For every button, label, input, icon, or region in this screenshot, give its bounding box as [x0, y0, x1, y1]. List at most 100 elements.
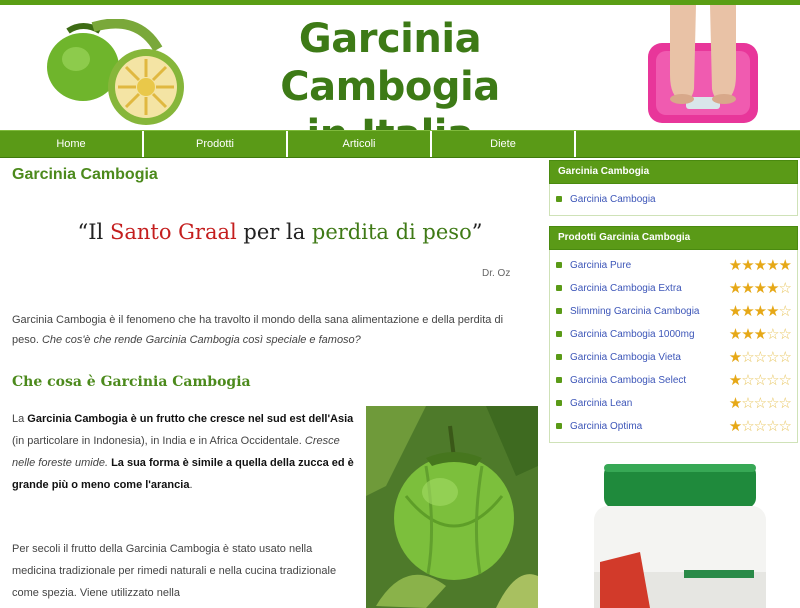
sidebar: Garcinia Cambogia Garcinia Cambogia Prod… [549, 160, 798, 443]
section-heading: Che cosa è Garcinia Cambogia [12, 374, 251, 390]
bullet-icon [556, 285, 562, 291]
product-link-garcinia-cambogia-extra[interactable]: Garcinia Cambogia Extra ★★★★☆ [550, 277, 797, 300]
product-link-slimming-garcinia-cambogia[interactable]: Slimming Garcinia Cambogia ★★★★☆ [550, 300, 797, 323]
quote-close: ” [471, 220, 483, 244]
star-icon: ☆ [766, 395, 779, 412]
product-link-garcinia-cambogia-vieta[interactable]: Garcinia Cambogia Vieta ★☆☆☆☆ [550, 346, 797, 369]
quote-open: “Il [77, 220, 110, 244]
star-icon: ☆ [778, 372, 792, 389]
sidebar-box1: Garcinia Cambogia [549, 184, 798, 216]
star-icon: ★ [728, 395, 742, 412]
main-content: Garcinia Cambogia “Il Santo Graal per la… [10, 160, 538, 608]
product-link-garcinia-cambogia-select[interactable]: Garcinia Cambogia Select ★☆☆☆☆ [550, 369, 797, 392]
paragraph-2: Per secoli il frutto della Garcinia Camb… [12, 543, 337, 599]
star-icon: ★ [766, 257, 779, 274]
star-icon: ★ [741, 326, 754, 343]
paragraph-1: La Garcinia Cambogia è un frutto che cre… [12, 408, 356, 496]
product-name: Garcinia Cambogia Vieta [570, 352, 681, 363]
intro-paragraph: Garcinia Cambogia è il fenomeno che ha t… [12, 310, 512, 350]
star-rating: ★★★★☆ [728, 277, 792, 300]
nav-item-articoli[interactable]: Articoli [288, 131, 432, 157]
product-name: Slimming Garcinia Cambogia [570, 306, 700, 317]
star-icon: ★ [728, 303, 742, 320]
quote: “Il Santo Graal per la perdita di peso” [10, 220, 538, 244]
star-icon: ★ [753, 326, 767, 343]
sidebar-link-garcinia-cambogia[interactable]: Garcinia Cambogia [550, 188, 797, 211]
star-icon: ★ [753, 257, 767, 274]
bullet-icon [556, 377, 562, 383]
bullet-icon [556, 354, 562, 360]
star-icon: ☆ [766, 418, 779, 435]
quote-mid: per la [236, 220, 312, 244]
star-icon: ☆ [753, 349, 767, 366]
bullet-icon [556, 308, 562, 314]
star-icon: ☆ [778, 303, 792, 320]
p1-bold-1: Garcinia Cambogia è un frutto che cresce… [27, 413, 354, 425]
product-link-garcinia-pure[interactable]: Garcinia Pure ★★★★★ [550, 254, 797, 277]
nav-item-diete[interactable]: Diete [432, 131, 576, 157]
star-icon: ☆ [741, 372, 754, 389]
sidebar-box1-title: Garcinia Cambogia [549, 160, 798, 184]
bullet-icon [556, 331, 562, 337]
star-icon: ☆ [741, 349, 754, 366]
intro-italic: Che cos'è che rende Garcinia Cambogia co… [41, 334, 361, 346]
bullet-icon [556, 400, 562, 406]
star-icon: ★ [766, 303, 779, 320]
star-icon: ☆ [741, 395, 754, 412]
sidebar-box2-title: Prodotti Garcinia Cambogia [549, 226, 798, 250]
star-icon: ☆ [753, 395, 767, 412]
product-name: Garcinia Cambogia Extra [570, 283, 682, 294]
star-rating: ★★★★☆ [728, 300, 792, 323]
product-name: Garcinia Cambogia Select [570, 375, 687, 386]
star-icon: ☆ [778, 349, 792, 366]
star-icon: ★ [728, 280, 742, 297]
p1-c: (in particolare in Indonesia), in India … [12, 435, 305, 447]
star-icon: ★ [766, 280, 779, 297]
star-icon: ★ [728, 418, 742, 435]
star-rating: ★☆☆☆☆ [728, 369, 792, 392]
quote-highlight-green: perdita di peso [311, 220, 472, 244]
star-icon: ★ [741, 303, 754, 320]
product-name: Garcinia Optima [570, 421, 643, 432]
main-navigation: Home Prodotti Articoli Diete [0, 130, 800, 158]
page-title: Garcinia Cambogia [12, 166, 158, 183]
scale-image [648, 5, 758, 123]
garcinia-fruit-image [47, 19, 184, 125]
nav-item-home[interactable]: Home [0, 131, 144, 157]
product-link-garcinia-optima[interactable]: Garcinia Optima ★☆☆☆☆ [550, 415, 797, 438]
garcinia-photo [366, 406, 538, 608]
sidebar-box2: Garcinia Pure ★★★★★ Garcinia Cambogia Ex… [549, 250, 798, 443]
star-icon: ☆ [778, 395, 792, 412]
star-icon: ★ [728, 372, 742, 389]
product-name: Garcinia Pure [570, 260, 632, 271]
star-icon: ★ [728, 326, 742, 343]
star-icon: ★ [753, 280, 767, 297]
star-icon: ☆ [778, 326, 792, 343]
product-link-garcinia-lean[interactable]: Garcinia Lean ★☆☆☆☆ [550, 392, 797, 415]
star-icon: ★ [778, 257, 792, 274]
bullet-icon [556, 423, 562, 429]
supplement-jar-image [594, 464, 766, 608]
nav-item-prodotti[interactable]: Prodotti [144, 131, 288, 157]
bullet-icon [556, 196, 562, 202]
p1-f: . [189, 479, 193, 491]
site-header: Garcinia Cambogia in Italia [0, 5, 800, 158]
quote-highlight-red: Santo Graal [109, 220, 237, 244]
star-icon: ☆ [753, 372, 767, 389]
product-name: Garcinia Cambogia 1000mg [570, 329, 695, 340]
star-icon: ★ [741, 280, 754, 297]
star-icon: ☆ [753, 418, 767, 435]
star-icon: ★ [728, 257, 742, 274]
star-icon: ☆ [766, 326, 779, 343]
star-icon: ☆ [778, 418, 792, 435]
product-link-garcinia-cambogia-1000mg[interactable]: Garcinia Cambogia 1000mg ★★★☆☆ [550, 323, 797, 346]
p1-a: La [12, 413, 28, 425]
star-icon: ☆ [766, 372, 779, 389]
site-title-line1: Garcinia Cambogia [280, 16, 500, 110]
star-rating: ★☆☆☆☆ [729, 346, 792, 369]
star-rating: ★☆☆☆☆ [728, 415, 792, 438]
star-icon: ★ [741, 257, 754, 274]
star-rating: ★★★☆☆ [728, 323, 792, 346]
star-rating: ★☆☆☆☆ [728, 392, 792, 415]
star-icon: ☆ [778, 280, 792, 297]
